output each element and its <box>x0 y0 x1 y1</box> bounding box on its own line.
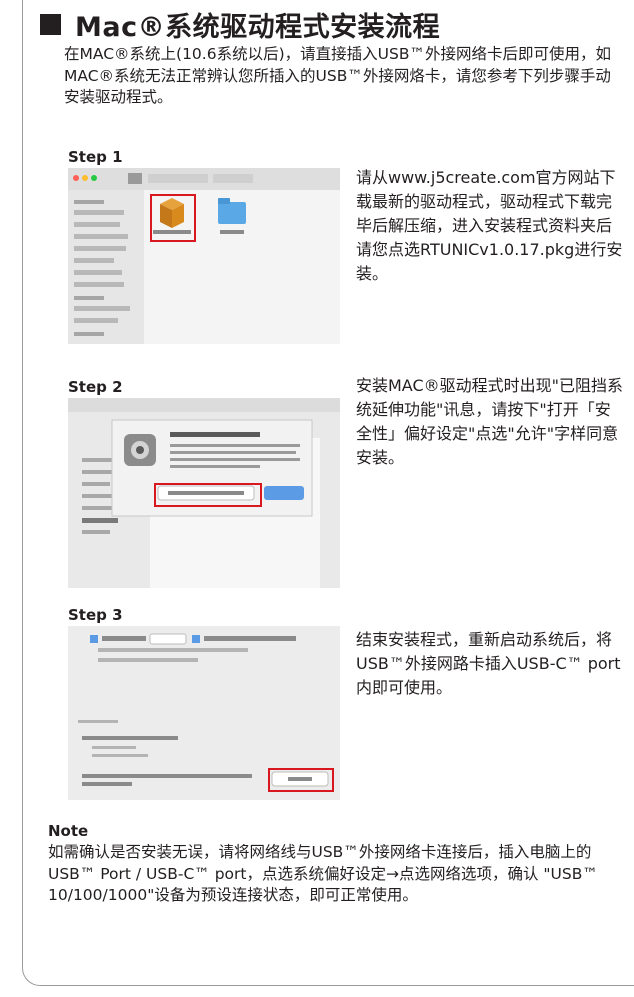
step-1-screenshot <box>68 168 340 344</box>
note-label: Note <box>48 822 89 840</box>
open-security-preferences-highlight-box <box>154 483 262 507</box>
step-2-screenshot <box>68 398 340 588</box>
package-highlight-box <box>150 194 196 242</box>
step-2-label: Step 2 <box>68 378 123 396</box>
intro-paragraph: 在MAC®系统上(10.6系统以后)，请直接插入USB™外接网络卡后即可使用，如… <box>64 45 611 106</box>
step-2-description: 安装MAC®驱动程式时出现"已阻挡系统延伸功能"讯息，请按下"打开「安全性」偏好… <box>356 376 624 467</box>
allow-button-highlight-box <box>268 768 334 792</box>
step-3-label: Step 3 <box>68 606 123 624</box>
step-1-label: Step 1 <box>68 148 123 166</box>
square-bullet-icon <box>40 13 61 35</box>
step-3-screenshot <box>68 626 340 800</box>
step-3-description: 结束安装程式，重新启动系统后，将USB™外接网路卡插入USB-C™ port内即… <box>356 630 621 697</box>
finder-window-illustration <box>68 168 340 344</box>
extension-shield-icon <box>124 434 156 466</box>
note-text: 如需确认是否安装无误，请将网络线与USB™外接网络卡连接后，插入电脑上的USB™… <box>48 843 598 904</box>
page-title-text: Mac®系统驱动程式安装流程 <box>75 11 441 43</box>
page-title: Mac®系统驱动程式安装流程 <box>40 4 440 44</box>
step-1-description: 请从www.j5create.com官方网站下载最新的驱动程式，驱动程式下载完毕… <box>356 168 623 283</box>
